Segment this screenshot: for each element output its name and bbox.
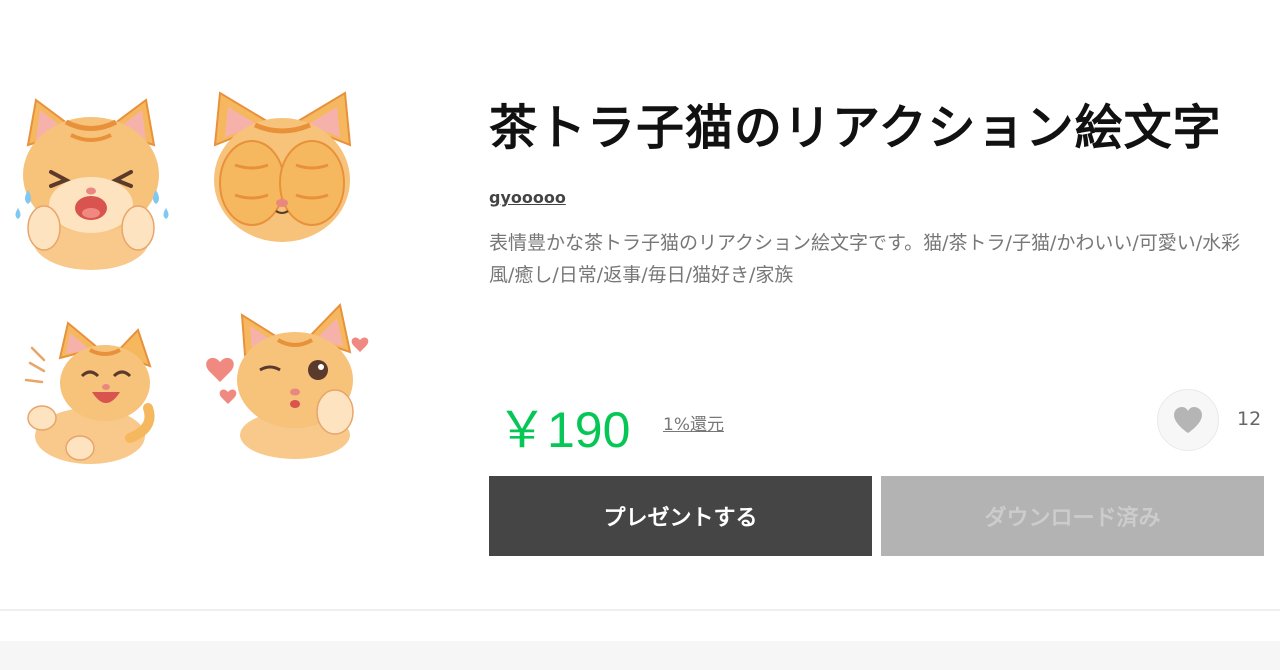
- author-link[interactable]: gyooooo: [489, 188, 566, 207]
- sticker-laughing-kitten[interactable]: [20, 318, 160, 468]
- next-section-band: [0, 641, 1280, 670]
- product-info: 茶トラ子猫のリアクション絵文字 gyooooo 表情豊かな茶トラ子猫のリアクショ…: [489, 90, 1259, 291]
- kitten-covering-eyes-body: [213, 91, 352, 242]
- kitten-winking-body: [206, 302, 369, 459]
- heart-icon: [1174, 407, 1202, 433]
- favorite-count: 12: [1237, 408, 1262, 430]
- kitten-laughing-body: [24, 321, 155, 464]
- product-title: 茶トラ子猫のリアクション絵文字: [489, 100, 1222, 156]
- favorite-button[interactable]: [1157, 389, 1219, 451]
- sticker-covering-eyes-kitten[interactable]: [200, 85, 365, 250]
- sticker-winking-kitten[interactable]: [200, 300, 380, 460]
- cashback-link[interactable]: 1%還元: [663, 410, 724, 435]
- kitten-crying-body: [15, 98, 169, 270]
- product-description: 表情豊かな茶トラ子猫のリアクション絵文字です。猫/茶トラ/子猫/かわいい/可愛い…: [489, 232, 1241, 286]
- present-button[interactable]: プレゼントする: [489, 476, 872, 556]
- sticker-product-page: 茶トラ子猫のリアクション絵文字 gyooooo 表情豊かな茶トラ子猫のリアクショ…: [0, 0, 1280, 670]
- downloaded-button: ダウンロード済み: [881, 476, 1264, 556]
- price-row: ￥190 1%還元 12: [489, 388, 1269, 458]
- section-divider: [0, 609, 1280, 611]
- product-price: ￥190: [497, 402, 631, 458]
- sticker-preview-grid: [0, 0, 460, 610]
- sticker-crying-kitten[interactable]: [6, 90, 176, 270]
